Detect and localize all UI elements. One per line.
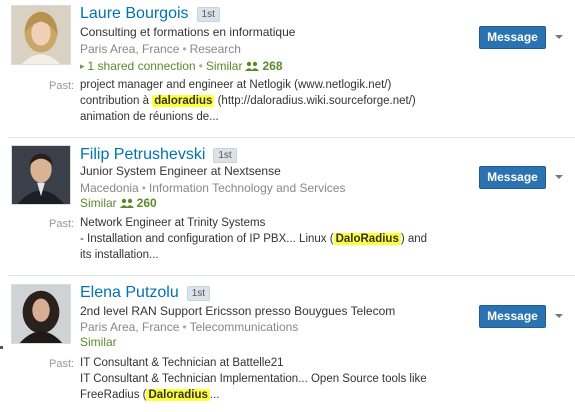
location-industry: Macedonia • Information Technology and Ser…	[80, 181, 345, 195]
profile-name-link[interactable]: Elena Putzolu	[80, 284, 179, 302]
location-industry: Paris Area, France • Research	[80, 42, 241, 56]
triangle-right-icon: ▸	[80, 60, 85, 71]
past-label: Past:	[49, 358, 75, 370]
similar-link[interactable]: Similar	[80, 196, 117, 210]
past-line: animation de réunions de...	[80, 111, 219, 123]
similar-link[interactable]: Similar	[206, 59, 243, 73]
name-line: Filip Petrushevski 1st	[80, 146, 237, 164]
past-line: FreeRadius (Daloradius...	[80, 387, 427, 403]
social-line: Similar 260	[80, 196, 157, 210]
past-line: its installation...	[80, 249, 159, 261]
past-line: - Installation and configuration of IP P…	[80, 231, 427, 247]
connection-degree-badge: 1st	[213, 147, 237, 163]
separator: •	[198, 59, 203, 73]
profile-photo[interactable]	[11, 5, 71, 65]
connection-count: 260	[136, 196, 157, 210]
people-icon	[245, 61, 260, 71]
profile-photo[interactable]	[11, 145, 71, 205]
similar-link[interactable]: Similar	[80, 335, 117, 349]
past-line: IT Consultant & Technician Implementatio…	[80, 373, 427, 385]
industry: Information Technology and Services	[148, 181, 346, 195]
keyword-highlight: Daloradius	[146, 389, 210, 401]
past-text-segment: FreeRadius (	[80, 389, 147, 401]
past-line: contribution à daloradius (http://dalora…	[80, 93, 416, 109]
search-result: Filip Petrushevski 1st Junior System Eng…	[0, 138, 575, 276]
chevron-down-icon[interactable]	[554, 32, 564, 42]
connection-degree-badge: 1st	[196, 6, 220, 22]
chevron-down-icon[interactable]	[554, 172, 564, 182]
location: Macedonia	[80, 181, 139, 195]
search-result: Elena Putzolu 1st 2nd level RAN Support …	[0, 276, 575, 412]
keyword-highlight: daloradius	[152, 95, 215, 107]
name-line: Elena Putzolu 1st	[80, 284, 211, 302]
headline: Consulting et formations en informatique	[80, 25, 296, 39]
location: Paris Area, France	[80, 42, 180, 56]
separator: •	[182, 320, 187, 334]
edge-marker	[0, 346, 3, 349]
separator: •	[141, 181, 146, 195]
past-line: project manager and engineer at Netlogik…	[80, 79, 392, 91]
headline: 2nd level RAN Support Ericsson presso Bo…	[80, 304, 396, 318]
past-text-segment: ) and	[400, 233, 428, 245]
past-line: IT Consultant & Technician at Battelle21	[80, 357, 284, 369]
connection-degree-badge: 1st	[186, 285, 211, 301]
location: Paris Area, France	[80, 320, 180, 334]
connection-count: 268	[262, 59, 283, 73]
past-text-segment: (http://daloradius.wiki.sourceforge.net/…	[214, 95, 416, 107]
past-snippet: Network Engineer at Trinity Systems - In…	[80, 215, 427, 263]
message-button[interactable]: Message	[479, 166, 546, 189]
past-line: Network Engineer at Trinity Systems	[80, 217, 266, 229]
chevron-down-icon[interactable]	[554, 311, 564, 321]
avatar-image	[12, 285, 70, 343]
name-line: Laure Bourgois 1st	[80, 5, 220, 23]
keyword-highlight: DaloRadius	[333, 233, 401, 245]
past-snippet: project manager and engineer at Netlogik…	[80, 77, 416, 125]
headline: Junior System Engineer at Nextsense	[80, 164, 281, 178]
message-button[interactable]: Message	[479, 26, 546, 49]
profile-name-link[interactable]: Laure Bourgois	[80, 5, 189, 23]
past-text-segment: ...	[209, 389, 220, 401]
past-label: Past:	[49, 218, 75, 230]
industry: Telecommunications	[189, 320, 299, 334]
past-text-segment: contribution à	[80, 95, 153, 107]
past-label: Past:	[49, 80, 75, 92]
shared-connections-link[interactable]: 1 shared connection	[88, 59, 196, 73]
people-icon	[119, 198, 134, 208]
past-text-segment: - Installation and configuration of IP P…	[80, 233, 334, 245]
social-line: ▸ 1 shared connection • Similar 268	[80, 59, 283, 73]
location-industry: Paris Area, France • Telecommunications	[80, 320, 298, 334]
avatar-image	[12, 146, 70, 204]
message-button[interactable]: Message	[479, 305, 546, 328]
separator: •	[182, 42, 187, 56]
industry: Research	[189, 42, 241, 56]
social-line: Similar	[80, 335, 117, 349]
past-snippet: IT Consultant & Technician at Battelle21…	[80, 355, 427, 403]
search-result: Laure Bourgois 1st Consulting et formati…	[0, 0, 575, 138]
profile-name-link[interactable]: Filip Petrushevski	[80, 146, 205, 164]
profile-photo[interactable]	[11, 284, 71, 344]
avatar-image	[12, 6, 70, 64]
